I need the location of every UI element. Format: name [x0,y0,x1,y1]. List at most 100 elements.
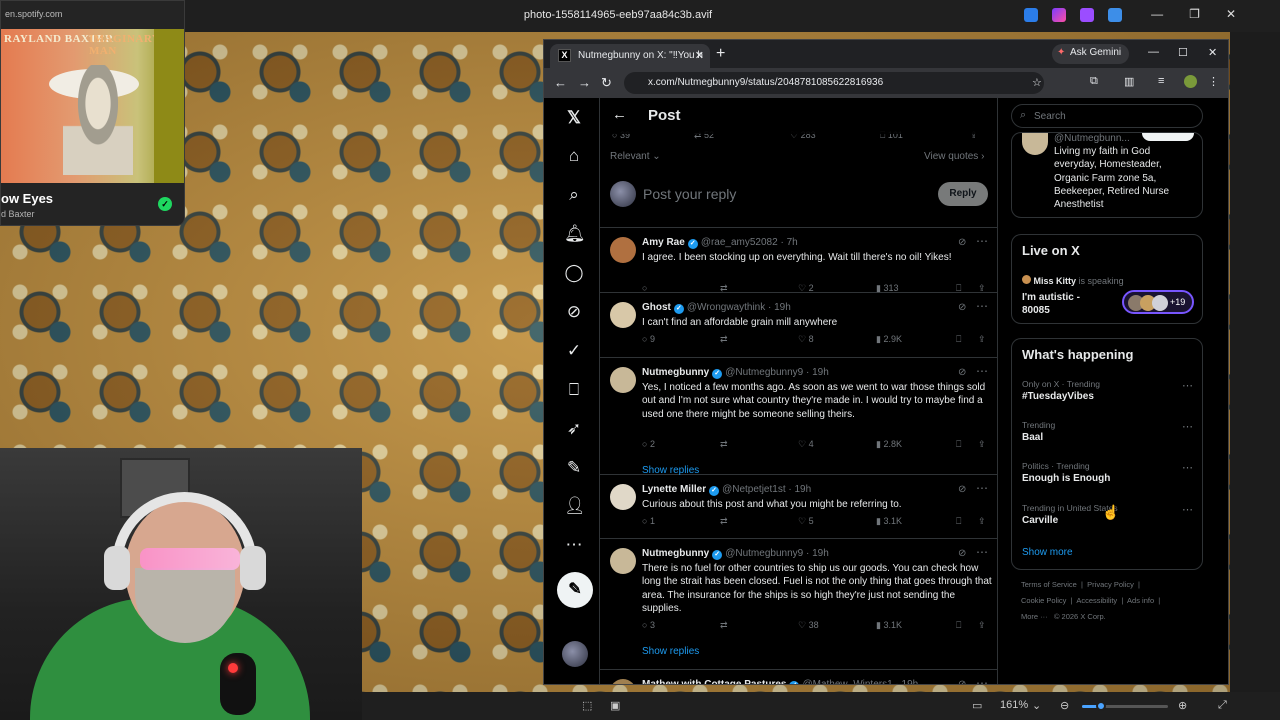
trend-item[interactable]: Politics · Trending Enough is Enough ⋯ [1022,461,1197,484]
zoom-slider-knob[interactable] [1095,701,1106,711]
compose-button[interactable]: ✎ [557,572,593,608]
fit-icon[interactable]: ▭ [972,699,982,712]
browser-minimize-icon[interactable]: — [1148,46,1159,58]
share-icon[interactable]: ⇪ [978,334,986,345]
premium-icon[interactable]: ➶ [564,419,584,439]
saved-check-icon[interactable]: ✓ [158,197,172,211]
edit-icon[interactable] [1024,8,1038,22]
reply-action[interactable]: ○ [642,283,647,293]
avatar[interactable] [610,484,636,510]
grok-icon[interactable]: ⊘ [958,548,966,559]
live-listeners[interactable]: +19 [1122,290,1194,314]
more-icon[interactable]: ⋯ [1182,503,1193,516]
more-icon[interactable]: ⋯ [976,234,988,248]
views-action[interactable]: ▮ 2.9K [876,334,902,345]
author-name[interactable]: Mathew with Cottage Pastures [642,679,786,684]
home-icon[interactable]: ⌂ [564,146,584,166]
reply-action[interactable]: ○ 9 [642,334,655,344]
reply-input[interactable]: Post your reply [643,186,736,202]
live-host[interactable]: Miss Kitty is speaking [1022,275,1124,286]
bookmark-icon[interactable]: ⎕ [956,620,961,631]
author-name[interactable]: Ghost [642,302,671,313]
live-space-title[interactable]: I'm autistic - 80085 [1022,291,1102,317]
footer-link[interactable]: Ads info [1127,596,1154,605]
like-action[interactable]: ♡ 4 [798,439,814,450]
spotify-miniplayer[interactable]: en.spotify.com RAYLAND BAXTER IMAGINARY … [0,0,185,226]
maximize-icon[interactable]: ❐ [1189,7,1200,21]
author-name[interactable]: Lynette Miller [642,484,706,495]
grok-icon[interactable]: ⊘ [958,237,966,248]
browser-maximize-icon[interactable]: ☐ [1178,46,1188,59]
repost-icon[interactable]: ⇄ [720,439,728,450]
my-avatar[interactable] [562,641,588,667]
avatar[interactable] [610,679,636,684]
more-icon[interactable]: ⋯ [1182,420,1193,433]
drafts-icon[interactable]: ✎ [564,458,584,478]
forward-icon[interactable]: → [578,75,591,90]
like-action[interactable]: ♡ 8 [798,334,814,345]
reply-action[interactable]: ○ 1 [642,516,655,526]
share-icon[interactable]: ⇪ [978,283,986,294]
copilot-icon[interactable] [1052,8,1066,22]
author-name[interactable]: Nutmegbunny [642,367,709,378]
reload-icon[interactable]: ↻ [601,75,612,91]
reply-button[interactable]: Reply [938,182,988,206]
designer-icon[interactable] [1080,8,1094,22]
reply-tweet[interactable]: Lynette Miller ✓ @Netpetjet1st · 19h ⊘ ⋯ Curi… [600,475,997,539]
repost-icon[interactable]: ⇄ [720,283,728,294]
cloud-icon[interactable] [1108,8,1122,22]
reply-tweet[interactable]: Ghost ✓ @Wrongwaythink · 19h ⊘ ⋯ I can't find… [600,293,997,358]
view-quotes-link[interactable]: View quotes › [924,151,984,162]
reply-tweet[interactable]: Nutmegbunny ✓ @Nutmegbunny9 · 19h ⊘ ⋯ There i… [600,539,997,670]
repost-icon[interactable]: ⇄ [720,516,728,527]
minimize-icon[interactable]: — [1151,7,1163,21]
more-icon[interactable]: ⋯ [976,481,988,495]
media-icon[interactable]: ≡ [1158,75,1171,88]
reply-tweet[interactable]: Nutmegbunny ✓ @Nutmegbunny9 · 19h ⊘ ⋯ Yes, I … [600,358,997,476]
bookmarks-icon[interactable]: ⎕ [564,380,584,400]
reply-tweet[interactable]: Amy Rae ✓ @rae_amy52082 · 7h ⊘ ⋯ I agree. I b… [600,228,997,294]
menu-icon[interactable]: ⋮ [1208,75,1221,88]
footer-link[interactable]: Cookie Policy [1021,596,1066,605]
back-arrow-icon[interactable]: ← [612,106,627,123]
share-icon[interactable]: ⇪ [978,439,986,450]
browser-close-icon[interactable]: ✕ [1208,46,1217,59]
views-action[interactable]: ▮ 3.1K [876,620,902,631]
avatar[interactable] [610,302,636,328]
footer-link[interactable]: Privacy Policy [1087,580,1134,589]
close-icon[interactable]: ✕ [1226,7,1236,21]
zoom-in-icon[interactable]: ⊕ [1178,699,1187,712]
more-icon[interactable]: ⋯ [976,364,988,378]
follow-button[interactable] [1142,133,1194,141]
like-action[interactable]: ♡ 5 [798,516,814,527]
avatar[interactable] [610,367,636,393]
like-action[interactable]: ♡ 38 [798,620,819,631]
more-icon[interactable]: ⋯ [976,299,988,313]
trend-item[interactable]: Only on X · Trending #TuesdayVibes ⋯ [1022,379,1197,402]
extensions-icon[interactable]: ⧉ [1090,75,1103,88]
reply-tweet[interactable]: Mathew with Cottage Pastures✓@Mathew_Win… [600,670,997,684]
messages-icon[interactable]: ◯ [564,263,584,283]
more-icon[interactable]: ⋯ [564,535,584,555]
new-tab-button[interactable]: + [716,45,725,63]
bookmark-icon[interactable]: ⎕ [956,283,961,294]
grok-icon[interactable]: ⊘ [958,484,966,495]
search-input[interactable]: Search [1011,104,1203,128]
more-icon[interactable]: ⋯ [1182,379,1193,392]
address-bar[interactable]: x.com/Nutmegbunny9/status/20487810856228… [624,72,1044,94]
sort-dropdown[interactable]: Relevant ⌄ [610,151,661,162]
tab-active[interactable]: X Nutmegbunny on X: "‼You h ✕ [550,44,710,68]
reply-action[interactable]: ○ 3 [642,620,655,630]
more-icon[interactable]: ⋯ [976,676,988,684]
profile-icon[interactable]: 👤︎ [564,496,586,516]
zoom-value[interactable]: 161% [1000,699,1028,711]
filmstrip-icon[interactable]: ▣ [610,699,620,712]
views-action[interactable]: ▮ 2.8K [876,439,902,450]
chevron-down-icon[interactable]: ⌄ [1032,699,1041,712]
bookmark-icon[interactable]: ⎕ [956,439,961,450]
crop-icon[interactable]: ⬚ [582,699,592,712]
zoom-slider[interactable] [1082,701,1168,711]
grok-icon[interactable]: ⊘ [564,302,584,322]
footer-link[interactable]: More ··· [1021,612,1048,621]
footer-link[interactable]: Terms of Service [1021,580,1077,589]
